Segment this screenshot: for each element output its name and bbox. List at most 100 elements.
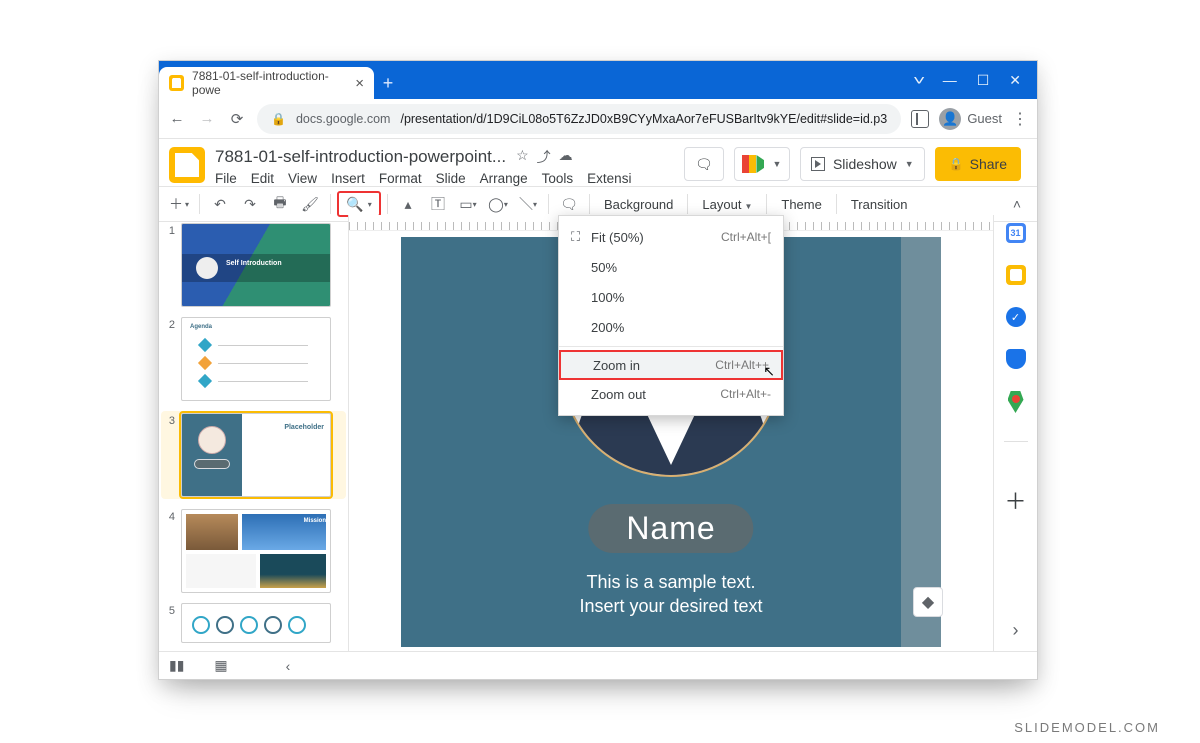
collapse-filmstrip-icon[interactable]: ‹ [286,658,291,674]
keep-icon[interactable] [1006,265,1026,285]
background-button[interactable]: Background [596,197,681,212]
zoom-out-item[interactable]: Zoom out Ctrl+Alt+- [559,379,783,409]
share-button[interactable]: 🔒 Share [935,147,1021,181]
meet-icon [742,155,764,173]
browser-tab[interactable]: 7881-01-self-introduction-powe × [159,67,374,99]
hide-side-panel-icon[interactable]: › [1013,620,1019,641]
close-window-icon[interactable]: ✕ [1009,72,1021,89]
cloud-status-icon[interactable]: ☁ [559,147,573,167]
menu-slide[interactable]: Slide [436,171,466,186]
menu-format[interactable]: Format [379,171,422,186]
url-path: /presentation/d/1D9CiL08o5T6ZzJD0xB9CYyM… [400,112,887,126]
fit-icon: ⛶ [571,229,591,245]
slide-thumbnail-5[interactable]: 5 [163,603,344,643]
explore-icon: ◆ [922,592,934,612]
print-button[interactable]: 🖶 [266,191,294,217]
grid-view-icon[interactable]: ▦ [214,657,225,674]
undo-button[interactable]: ↶ [206,191,234,217]
addons-plus-icon[interactable]: ＋ [1004,484,1026,516]
meet-button[interactable]: ▼ [734,147,790,181]
profile-label: Guest [967,111,1002,126]
slide-thumbnail-4[interactable]: 4 Mission [163,509,344,593]
zoom-200-item[interactable]: 200% [559,312,783,342]
calendar-icon[interactable] [1006,223,1026,243]
lock-icon: 🔒 [949,157,964,171]
profile-chip[interactable]: 👤 Guest [939,108,1002,130]
textbox-tool[interactable]: 🅃 [424,191,452,217]
line-tool[interactable]: ＼▾ [514,191,542,217]
transition-button[interactable]: Transition [843,197,916,212]
back-button[interactable]: ← [167,110,187,127]
reload-button[interactable]: ⟳ [227,110,247,128]
avatar-icon: 👤 [939,108,961,130]
maximize-icon[interactable]: ☐ [977,72,990,89]
chrome-menu-icon[interactable]: ⋮ [1012,109,1029,129]
star-icon[interactable]: ☆ [516,147,529,167]
zoom-button[interactable]: 🔍 ▾ [337,191,381,217]
app-header: 7881-01-self-introduction-powerpoint... … [159,139,1037,186]
slide-thumbnail-2[interactable]: 2 Agenda [163,317,344,401]
share-label: Share [970,156,1007,172]
comment-icon: 🗨 [695,156,713,173]
menu-arrange[interactable]: Arrange [480,171,528,186]
minimize-icon[interactable]: — [943,72,957,88]
menu-edit[interactable]: Edit [251,171,274,186]
comment-add-button[interactable]: 🗨 [555,191,583,217]
menu-view[interactable]: View [288,171,317,186]
new-tab-button[interactable]: + [374,67,402,99]
redo-button[interactable]: ↷ [236,191,264,217]
canvas-area[interactable]: Name This is a sample text. Insert your … [349,215,993,651]
slideshow-label: Slideshow [833,156,897,172]
comments-button[interactable]: 🗨 [684,147,724,181]
slides-logo-icon[interactable] [169,147,205,183]
app-body: 1 Self Introduction 2 Agenda 3 Placehold… [159,215,1037,651]
menu-tools[interactable]: Tools [542,171,574,186]
image-tool[interactable]: ▭▾ [454,191,482,217]
bottom-strip: ▮▮ ▦ ‹ [159,651,1037,679]
zoom-100-item[interactable]: 100% [559,282,783,312]
zoom-in-item[interactable]: Zoom in Ctrl+Alt++ ↖ [559,350,783,380]
menu-insert[interactable]: Insert [331,171,365,186]
address-bar[interactable]: 🔒 docs.google.com /presentation/d/1D9CiL… [257,104,901,134]
layout-button[interactable]: Layout▼ [694,197,760,212]
forward-button[interactable]: → [197,110,217,127]
zoom-fit-item[interactable]: ⛶ Fit (50%) Ctrl+Alt+[ [559,222,783,252]
close-tab-icon[interactable]: × [355,75,364,92]
thumbnail-panel[interactable]: 1 Self Introduction 2 Agenda 3 Placehold… [159,215,349,651]
maps-icon[interactable] [1008,391,1024,413]
zoom-50-item[interactable]: 50% [559,252,783,282]
side-panel-icon[interactable] [911,110,929,128]
slides-favicon-icon [169,75,184,91]
lock-icon: 🔒 [271,112,286,126]
address-bar-row: ← → ⟳ 🔒 docs.google.com /presentation/d/… [159,99,1037,139]
menu-bar: File Edit View Insert Format Slide Arran… [215,171,631,186]
slideshow-button[interactable]: Slideshow ▼ [800,147,925,181]
menu-file[interactable]: File [215,171,237,186]
collapse-toolbar-button[interactable]: ˄ [1003,191,1031,217]
filmstrip-view-icon[interactable]: ▮▮ [169,657,184,674]
browser-window: 7881-01-self-introduction-powe × + ˅ — ☐… [158,60,1038,680]
shape-tool[interactable]: ◯▾ [484,191,512,217]
menu-extensions[interactable]: Extensi [587,171,631,186]
slide-thumbnail-1[interactable]: 1 Self Introduction [163,223,344,307]
cursor-icon: ↖ [763,363,775,380]
paint-format-button[interactable]: 🖌 [296,191,324,217]
doc-title[interactable]: 7881-01-self-introduction-powerpoint... [215,147,506,167]
chevron-down-icon[interactable]: ˅ [912,72,924,88]
contacts-icon[interactable] [1006,349,1026,369]
tasks-icon[interactable] [1006,307,1026,327]
tab-title: 7881-01-self-introduction-powe [192,69,347,97]
name-pill[interactable]: Name [588,504,753,553]
sample-text[interactable]: This is a sample text. Insert your desir… [401,570,941,619]
chevron-down-icon: ▼ [772,159,781,169]
move-icon[interactable]: ⤴ [537,147,551,167]
select-tool[interactable]: ▴ [394,191,422,217]
new-slide-button[interactable]: ＋▾ [165,191,193,217]
slide-thumbnail-3[interactable]: 3 Placeholder [161,411,346,499]
play-icon [811,157,825,171]
zoom-dropdown: ⛶ Fit (50%) Ctrl+Alt+[ 50% 100% 200% Zoo… [558,215,784,416]
chevron-down-icon: ▾ [368,200,372,209]
window-controls: ˅ — ☐ ✕ [899,61,1037,99]
theme-button[interactable]: Theme [773,197,829,212]
explore-button[interactable]: ◆ [913,587,943,617]
